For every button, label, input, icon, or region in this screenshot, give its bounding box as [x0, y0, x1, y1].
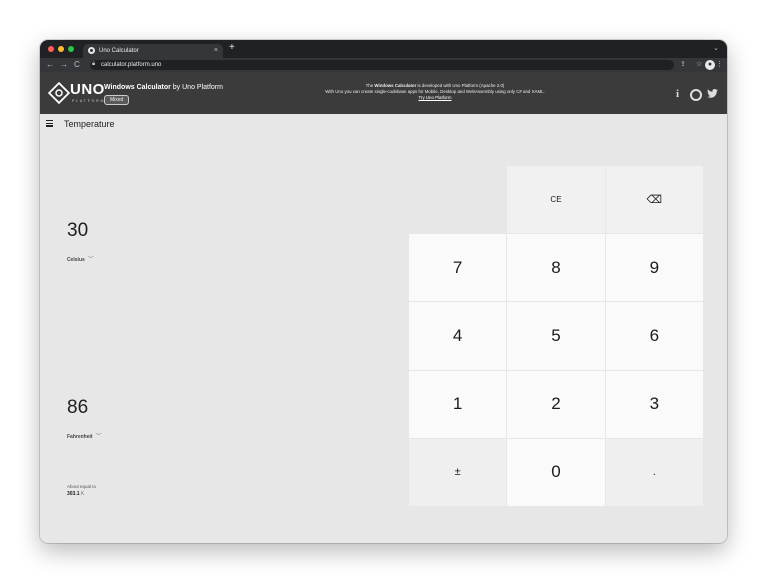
- key-0[interactable]: 0: [507, 438, 605, 506]
- forward-arrow-icon[interactable]: →: [60, 60, 68, 69]
- close-tab-icon[interactable]: ×: [214, 47, 218, 54]
- tab-strip: Uno Calculator × + ⌄: [40, 40, 727, 58]
- share-icon[interactable]: ⇪: [680, 60, 686, 68]
- app-title-rest: by Uno Platform: [170, 84, 223, 91]
- key-4[interactable]: 4: [409, 302, 507, 370]
- mode-badge: Mixed: [104, 95, 130, 105]
- chevron-down-icon: ﹀: [87, 257, 94, 263]
- blank-key: [409, 166, 507, 234]
- close-window-button[interactable]: [48, 46, 54, 52]
- profile-avatar-icon[interactable]: ●: [705, 60, 715, 70]
- decimal-button[interactable]: .: [605, 438, 703, 506]
- about-value-unit: K: [80, 491, 85, 497]
- browser-window: Uno Calculator × + ⌄ ← → C 🔒︎ calculator…: [40, 40, 727, 543]
- new-tab-button[interactable]: +: [229, 42, 235, 53]
- calculator-app: Temperature 30 Celsius ﹀ 86 Fahrenheit ﹀ A…: [40, 114, 727, 543]
- key-1[interactable]: 1: [409, 370, 507, 438]
- output-unit-label: Fahrenheit: [67, 434, 93, 440]
- chevron-down-icon: ﹀: [95, 434, 102, 440]
- maximize-window-button[interactable]: [68, 46, 74, 52]
- banner-text-end: is developed with Uno Platform (Apache 2…: [416, 83, 505, 88]
- key-3[interactable]: 3: [605, 370, 703, 438]
- twitter-icon[interactable]: [707, 89, 718, 98]
- keypad: CE ⌫ 7 8 9 4 5 6 1 2 3 ± 0 .: [409, 166, 703, 506]
- bookmark-star-icon[interactable]: ☆: [696, 60, 702, 68]
- app-title: Windows Calculator by Uno Platform: [104, 84, 223, 91]
- uno-logo-wordmark: UNO: [70, 81, 105, 98]
- browser-toolbar: ← → C 🔒︎ calculator.platform.uno ⇪ ☆ ● ⋮: [40, 58, 727, 72]
- address-bar[interactable]: 🔒︎ calculator.platform.uno: [90, 60, 674, 70]
- about-value-number: 303.1: [67, 491, 80, 497]
- uno-header: UNO PLATFORM Windows Calculator by Uno P…: [40, 72, 727, 114]
- key-2[interactable]: 2: [507, 370, 605, 438]
- hamburger-menu-icon[interactable]: [46, 120, 53, 127]
- clear-entry-button[interactable]: CE: [507, 166, 605, 234]
- input-value-display[interactable]: 30: [67, 220, 88, 242]
- back-arrow-icon[interactable]: ←: [46, 60, 54, 69]
- github-icon[interactable]: [690, 89, 702, 101]
- key-9[interactable]: 9: [605, 234, 703, 302]
- browser-tab[interactable]: Uno Calculator ×: [83, 44, 223, 58]
- uno-logo-icon: [48, 82, 70, 104]
- tab-search-chevron-icon[interactable]: ⌄: [713, 44, 719, 52]
- key-5[interactable]: 5: [507, 302, 605, 370]
- info-icon[interactable]: i: [676, 88, 679, 100]
- input-unit-label: Celsius: [67, 257, 85, 263]
- app-title-bold: Windows Calculator: [104, 84, 171, 91]
- output-unit-dropdown[interactable]: Fahrenheit ﹀: [67, 431, 102, 440]
- uno-favicon-icon: [88, 47, 95, 54]
- output-value-display[interactable]: 86: [67, 397, 88, 419]
- try-uno-link[interactable]: Try Uno Platform: [418, 95, 451, 100]
- backspace-icon[interactable]: ⌫: [605, 166, 703, 234]
- mode-title: Temperature: [64, 119, 115, 129]
- key-8[interactable]: 8: [507, 234, 605, 302]
- about-equal-label: About equal to: [67, 484, 97, 489]
- browser-menu-icon[interactable]: ⋮: [716, 60, 723, 68]
- uno-logo-subtitle: PLATFORM: [72, 99, 106, 103]
- about-equal-value: 303.1 K: [67, 491, 84, 497]
- reload-icon[interactable]: C: [74, 60, 80, 69]
- input-unit-dropdown[interactable]: Celsius ﹀: [67, 254, 94, 263]
- key-6[interactable]: 6: [605, 302, 703, 370]
- key-7[interactable]: 7: [409, 234, 507, 302]
- banner-bold-text: Windows Calculator: [374, 83, 417, 88]
- negate-button[interactable]: ±: [409, 438, 507, 506]
- info-banner: The Windows Calculator is developed with…: [270, 83, 600, 101]
- tab-title: Uno Calculator: [99, 47, 139, 54]
- url-text: calculator.platform.uno: [101, 61, 162, 68]
- lock-icon: 🔒︎: [92, 61, 96, 67]
- minimize-window-button[interactable]: [58, 46, 64, 52]
